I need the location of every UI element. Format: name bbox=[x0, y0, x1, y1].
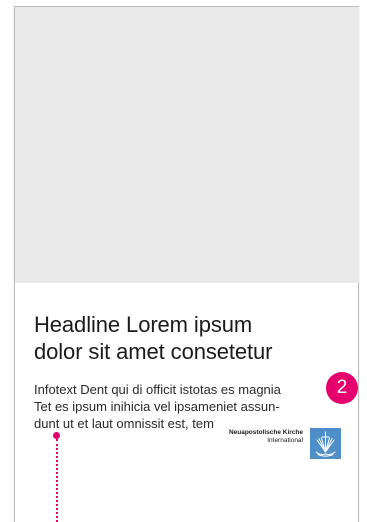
logo-text: Neuapostolische Kirche International bbox=[190, 429, 303, 445]
logo-subtitle: International bbox=[267, 437, 303, 444]
annotation-marker-badge: 2 bbox=[326, 372, 358, 404]
infotext-line: Infotext Dent qui di officit istotas es … bbox=[34, 382, 281, 397]
headline-line: dolor sit amet consetetur bbox=[34, 339, 273, 364]
infotext: Infotext Dent qui di officit istotas es … bbox=[34, 381, 334, 432]
headline-line: Headline Lorem ipsum bbox=[34, 312, 253, 337]
layout-sheet bbox=[14, 6, 359, 522]
image-placeholder bbox=[15, 7, 359, 283]
infotext-line: Tet es ipsum inihicia vel ipsameniet ass… bbox=[34, 399, 280, 414]
guide-dot bbox=[53, 432, 60, 439]
guide-line bbox=[56, 439, 58, 522]
logo-name: Neuapostolische Kirche bbox=[228, 429, 303, 436]
church-cross-icon bbox=[310, 428, 341, 459]
page-canvas: Headline Lorem ipsum dolor sit amet cons… bbox=[0, 0, 367, 522]
headline: Headline Lorem ipsum dolor sit amet cons… bbox=[34, 311, 334, 365]
